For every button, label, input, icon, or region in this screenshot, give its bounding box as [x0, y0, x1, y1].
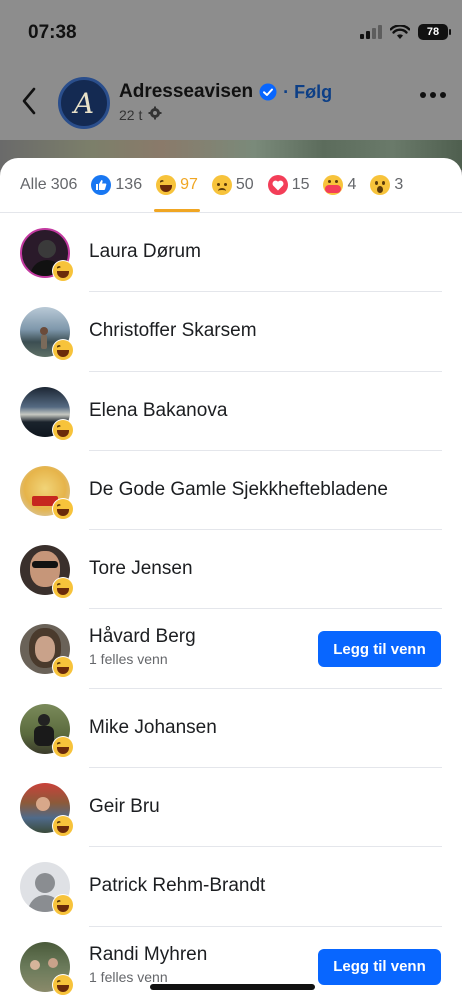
list-item[interactable]: Mike Johansen	[0, 689, 462, 769]
haha-icon	[52, 894, 74, 917]
reaction-tabs: Alle 306 136 97 50 15 4 3	[0, 158, 462, 212]
haha-icon	[52, 577, 74, 600]
tab-wow-count: 3	[394, 176, 404, 193]
list-item[interactable]: De Gode Gamle Sjekkheftebladene	[0, 451, 462, 531]
mutual-friends: 1 felles venn	[89, 968, 168, 985]
tab-all-label: Alle	[20, 176, 47, 193]
tab-sad-count: 50	[235, 176, 254, 193]
person-name[interactable]: Mike Johansen	[89, 717, 217, 739]
tab-haha-count: 97	[180, 176, 198, 193]
add-friend-button[interactable]: Legg til venn	[318, 631, 441, 668]
page-name-row: Adresseavisen · Følg	[119, 81, 332, 103]
chevron-left-icon	[22, 87, 36, 115]
list-item[interactable]: Patrick Rehm-Brandt	[0, 847, 462, 927]
battery-icon: 78	[418, 24, 451, 40]
tab-love[interactable]: 15	[261, 158, 317, 212]
wifi-icon	[390, 24, 410, 39]
list-item[interactable]: Christoffer Skarsem	[0, 292, 462, 372]
person-name[interactable]: Laura Dørum	[89, 241, 201, 263]
tab-all-count: 306	[50, 176, 78, 193]
privacy-gear-icon	[148, 106, 162, 123]
tab-like-count: 136	[115, 176, 143, 193]
care-icon	[323, 175, 344, 195]
person-name[interactable]: Patrick Rehm-Brandt	[89, 875, 265, 897]
signal-icon	[360, 25, 382, 39]
people-list: Laura Dørum Christoffer Skarsem Elena Ba…	[0, 213, 462, 1000]
post-header: A Adresseavisen · Følg 22 t	[0, 70, 462, 132]
person-name[interactable]: Tore Jensen	[89, 558, 193, 580]
reactions-sheet: Alle 306 136 97 50 15 4 3 Laura Dørum Ch…	[0, 158, 462, 1000]
page-avatar[interactable]: A	[58, 77, 110, 129]
haha-icon	[52, 418, 74, 441]
list-item[interactable]: Elena Bakanova	[0, 372, 462, 452]
follow-button[interactable]: · Følg	[283, 82, 332, 103]
more-options-button[interactable]	[420, 92, 446, 98]
tab-care-count: 4	[347, 176, 357, 193]
post-meta: 22 t	[119, 106, 162, 123]
tab-haha[interactable]: 97	[149, 158, 205, 212]
tab-sad[interactable]: 50	[205, 158, 261, 212]
haha-icon	[52, 735, 74, 758]
sad-icon	[211, 175, 232, 195]
back-button[interactable]	[16, 84, 42, 118]
add-friend-button[interactable]: Legg til venn	[318, 948, 441, 985]
status-bar: 07:38 78	[0, 0, 462, 64]
list-item[interactable]: Laura Dørum	[0, 213, 462, 293]
page-name[interactable]: Adresseavisen	[119, 81, 253, 103]
like-icon	[91, 175, 112, 195]
mutual-friends: 1 felles venn	[89, 651, 168, 668]
person-name[interactable]: Håvard Berg	[89, 626, 196, 648]
love-icon	[267, 175, 288, 195]
tab-like[interactable]: 136	[84, 158, 149, 212]
haha-icon	[52, 260, 74, 282]
person-name[interactable]: Randi Myhren	[89, 944, 207, 966]
list-item[interactable]: Tore Jensen	[0, 530, 462, 610]
haha-icon	[52, 497, 74, 520]
tab-all[interactable]: Alle 306	[0, 158, 84, 212]
haha-icon	[52, 973, 74, 996]
status-icons: 78	[360, 24, 451, 40]
haha-icon	[52, 339, 74, 362]
tab-care[interactable]: 4	[316, 158, 363, 212]
home-indicator[interactable]	[150, 984, 315, 990]
wow-icon	[370, 175, 391, 195]
person-name[interactable]: Elena Bakanova	[89, 400, 227, 422]
status-time: 07:38	[28, 22, 77, 43]
list-item[interactable]: Geir Bru	[0, 768, 462, 848]
haha-icon	[52, 815, 74, 838]
tab-wow[interactable]: 3	[363, 158, 410, 212]
verified-badge-icon	[259, 83, 277, 101]
list-item[interactable]: Håvard Berg 1 felles venn Legg til venn	[0, 609, 462, 690]
haha-icon	[156, 175, 177, 195]
person-name[interactable]: Christoffer Skarsem	[89, 320, 257, 342]
haha-icon	[52, 656, 74, 679]
post-age: 22 t	[119, 106, 143, 123]
person-name[interactable]: De Gode Gamle Sjekkheftebladene	[89, 479, 388, 501]
tab-love-count: 15	[291, 176, 310, 193]
person-name[interactable]: Geir Bru	[89, 796, 160, 818]
